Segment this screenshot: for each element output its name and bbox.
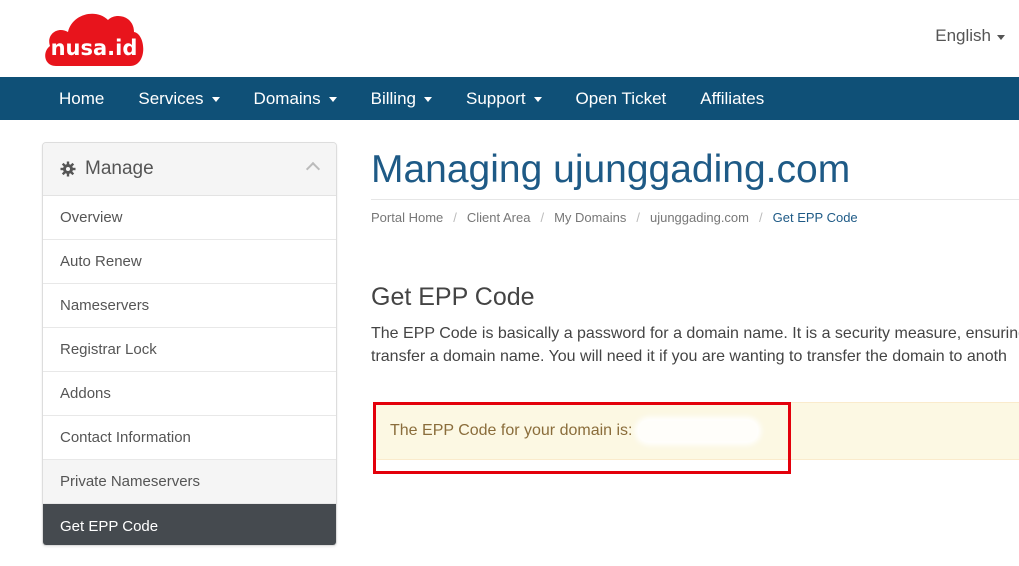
- page-title: Managing ujunggading.com: [371, 148, 851, 191]
- sidebar-item-label: Auto Renew: [60, 253, 142, 270]
- nav-billing-label: Billing: [370, 88, 416, 108]
- breadcrumb-separator: /: [636, 210, 640, 225]
- logo-text: nusa.id: [51, 36, 138, 60]
- nav-domains[interactable]: Domains: [237, 77, 354, 120]
- sidebar-item-label: Overview: [60, 209, 123, 226]
- caret-down-icon: [211, 97, 220, 102]
- breadcrumb-separator: /: [453, 210, 457, 225]
- nav-services[interactable]: Services: [121, 77, 236, 120]
- nav-open-ticket[interactable]: Open Ticket: [559, 77, 684, 120]
- manage-sidebar: Manage Overview Auto Renew Nameservers R…: [42, 142, 337, 546]
- section-title: Get EPP Code: [371, 283, 535, 311]
- nav-affiliates-label: Affiliates: [700, 88, 765, 108]
- nav-affiliates[interactable]: Affiliates: [683, 77, 781, 120]
- sidebar-item-label: Get EPP Code: [60, 517, 159, 535]
- nav-billing[interactable]: Billing: [354, 77, 449, 120]
- nav-support-label: Support: [466, 88, 526, 108]
- nav-services-label: Services: [138, 88, 204, 108]
- caret-down-icon: [533, 97, 542, 102]
- sidebar-item-label: Registrar Lock: [60, 341, 157, 358]
- sidebar-item-label: Private Nameservers: [60, 473, 201, 490]
- epp-description: The EPP Code is basically a password for…: [371, 322, 1019, 368]
- caret-down-icon: [997, 34, 1005, 40]
- sidebar-header[interactable]: Manage: [43, 143, 336, 196]
- sidebar-item-auto-renew[interactable]: Auto Renew: [43, 240, 336, 284]
- description-line-1: The EPP Code is basically a password for…: [371, 325, 1019, 342]
- sidebar-item-nameservers[interactable]: Nameservers: [43, 284, 336, 328]
- nav-home-label: Home: [59, 88, 105, 108]
- nusa-id-logo[interactable]: nusa.id: [42, 8, 146, 68]
- sidebar-item-get-epp-code[interactable]: Get EPP Code: [43, 504, 336, 545]
- sidebar-item-contact-information[interactable]: Contact Information: [43, 416, 336, 460]
- breadcrumb-portal-home[interactable]: Portal Home: [371, 210, 443, 225]
- nav-support[interactable]: Support: [449, 77, 559, 120]
- caret-down-icon: [424, 97, 432, 102]
- language-selector[interactable]: English: [935, 26, 1005, 46]
- gear-icon: [60, 161, 76, 177]
- sidebar-title: Manage: [85, 158, 154, 179]
- site-header: nusa.id English: [0, 0, 1019, 77]
- breadcrumb-separator: /: [759, 210, 763, 225]
- breadcrumb-separator: /: [540, 210, 545, 225]
- sidebar-item-label: Contact Information: [60, 429, 191, 446]
- title-divider: [371, 199, 1019, 200]
- sidebar-item-overview[interactable]: Overview: [43, 196, 336, 240]
- nav-domains-label: Domains: [253, 88, 321, 108]
- language-label: English: [935, 26, 991, 45]
- caret-down-icon: [328, 97, 337, 102]
- breadcrumb-my-domains[interactable]: My Domains: [554, 210, 626, 225]
- sidebar-item-addons[interactable]: Addons: [43, 372, 336, 416]
- breadcrumb-current: Get EPP Code: [772, 210, 858, 225]
- highlight-annotation-box: [373, 402, 791, 474]
- sidebar-item-label: Nameservers: [60, 297, 150, 314]
- nav-home[interactable]: Home: [42, 77, 121, 120]
- breadcrumb: Portal Home / Client Area / My Domains /…: [371, 210, 858, 225]
- breadcrumb-domain[interactable]: ujunggading.com: [650, 210, 749, 225]
- sidebar-item-private-nameservers[interactable]: Private Nameservers: [43, 460, 336, 504]
- breadcrumb-client-area[interactable]: Client Area: [467, 210, 531, 225]
- chevron-up-icon[interactable]: [305, 161, 321, 177]
- sidebar-item-registrar-lock[interactable]: Registrar Lock: [43, 328, 336, 372]
- sidebar-item-label: Addons: [60, 385, 111, 402]
- nav-open-ticket-label: Open Ticket: [575, 88, 667, 108]
- description-line-2: transfer a domain name. You will need it…: [371, 348, 1007, 365]
- main-navbar: Home Services Domains Billing Support Op…: [0, 77, 1019, 120]
